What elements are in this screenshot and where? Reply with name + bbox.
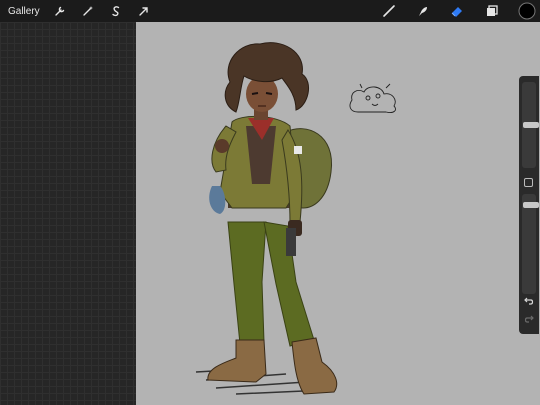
left-leg [227, 221, 267, 345]
top-toolbar: Gallery [0, 0, 540, 22]
transform-icon[interactable] [136, 3, 152, 19]
color-swatch[interactable] [518, 2, 536, 20]
undo-icon[interactable] [522, 294, 536, 308]
drawing-canvas[interactable] [136, 22, 540, 405]
opacity-slider[interactable] [522, 194, 539, 294]
brush-size-slider[interactable] [522, 82, 539, 168]
selection-icon[interactable] [108, 3, 124, 19]
opacity-thumb[interactable] [523, 202, 539, 208]
layers-icon[interactable] [484, 3, 500, 19]
brush-icon[interactable] [381, 3, 397, 19]
skull-patch [294, 146, 302, 154]
left-hand [215, 139, 229, 153]
left-boot [207, 339, 267, 383]
redo-icon[interactable] [522, 312, 536, 326]
modify-button[interactable] [524, 178, 533, 187]
wrench-icon[interactable] [52, 3, 68, 19]
doodle-sketch [349, 83, 397, 113]
artwork [195, 42, 397, 395]
magic-wand-icon[interactable] [80, 3, 96, 19]
right-boot [291, 337, 338, 395]
brush-size-thumb[interactable] [523, 122, 539, 128]
eraser-icon[interactable] [449, 3, 465, 19]
holster [286, 228, 296, 256]
smudge-icon[interactable] [415, 3, 431, 19]
gallery-button[interactable]: Gallery [8, 6, 40, 17]
side-panel [519, 76, 539, 334]
procreate-app: Gallery [0, 0, 540, 405]
